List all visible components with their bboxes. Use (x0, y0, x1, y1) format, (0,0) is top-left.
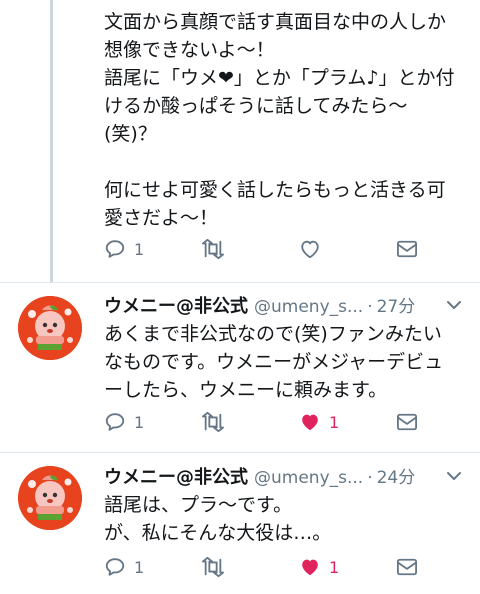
avatar[interactable] (18, 466, 82, 530)
tweet-actions: 1 1 (104, 407, 424, 437)
tweet-text: あくまで非公式なので(笑)ファンみたい なものです。ウメニーがメジャーデビュ ー… (104, 323, 444, 401)
reply-button[interactable]: 1 (104, 407, 144, 437)
like-count: 1 (329, 412, 340, 432)
direct-message-button[interactable] (396, 552, 418, 582)
like-icon (302, 414, 318, 431)
like-icon (301, 240, 319, 259)
direct-message-button[interactable] (396, 234, 418, 264)
reply-icon (105, 413, 125, 431)
dm-icon (397, 240, 417, 258)
separator-dot: · (367, 297, 373, 317)
reply-button[interactable]: 1 (104, 552, 144, 582)
retweet-button[interactable] (200, 407, 226, 437)
chevron-down-icon[interactable] (446, 471, 462, 481)
display-name[interactable]: ウメニー@非公式 (104, 463, 248, 489)
tweet-actions: 1 (104, 234, 424, 264)
retweet-icon (202, 556, 224, 578)
reply-count: 1 (134, 412, 145, 432)
umeny-mascot-icon (18, 296, 82, 360)
retweet-icon (202, 238, 224, 260)
tweet-actions: 1 1 (104, 552, 424, 582)
tweet-text: 文面から真顔で話す真面目な中の人しか 想像できないよ〜！ 語尾に「ウメ❤」とか「… (104, 11, 455, 229)
thread-connector-line (50, 0, 53, 282)
separator-dot: · (367, 468, 373, 488)
avatar[interactable] (18, 296, 82, 360)
reply-icon (105, 240, 125, 258)
retweet-button[interactable] (200, 552, 226, 582)
reply-icon (105, 558, 125, 576)
dm-icon (397, 558, 417, 576)
reply-count: 1 (134, 239, 145, 259)
tweet-timestamp[interactable]: 27分 (377, 292, 416, 317)
like-count: 1 (329, 557, 340, 577)
display-name[interactable]: ウメニー@非公式 (104, 292, 248, 318)
user-handle[interactable]: @umeny_s... (254, 297, 363, 317)
dm-icon (397, 413, 417, 431)
tweet-divider (0, 452, 480, 453)
tweet-divider (0, 282, 480, 283)
direct-message-button[interactable] (396, 407, 418, 437)
chevron-down-icon[interactable] (446, 300, 462, 310)
like-button[interactable]: 1 (299, 552, 339, 582)
umeny-mascot-icon (18, 466, 82, 530)
reply-button[interactable]: 1 (104, 234, 144, 264)
tweet-text: 語尾は、プラ〜です。 が、私にそんな大役は…。 (104, 494, 332, 544)
tweet-header: ウメニー@非公式 @umeny_s... · 24分 (104, 463, 415, 489)
like-button[interactable] (299, 234, 321, 264)
retweet-icon (202, 411, 224, 433)
reply-count: 1 (134, 557, 145, 577)
like-icon (302, 559, 318, 576)
tweet-header: ウメニー@非公式 @umeny_s... · 27分 (104, 292, 415, 318)
user-handle[interactable]: @umeny_s... (254, 468, 363, 488)
tweet-timestamp[interactable]: 24分 (377, 463, 416, 488)
like-button[interactable]: 1 (299, 407, 339, 437)
retweet-button[interactable] (200, 234, 226, 264)
